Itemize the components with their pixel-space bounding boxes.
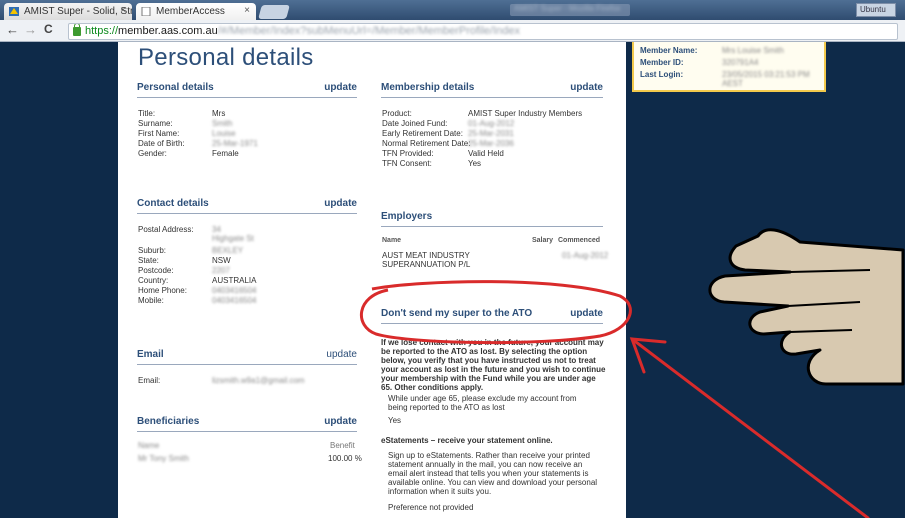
email-header: Email update [137,347,357,365]
close-tab-icon[interactable]: × [244,5,250,16]
page-content: Personal details Personal details update… [118,42,626,518]
tab-memberaccess[interactable]: MemberAccess × [136,3,256,20]
window-switch-button[interactable]: Ubuntu [856,3,896,17]
arrow-icon [629,337,870,518]
beneficiaries-header: Beneficiaries update [137,414,357,432]
section-title: Don't send my super to the ATO [381,308,533,319]
member-id-label: Member ID: [640,58,684,67]
window-title: AMIST Super - Mozilla Firefox [510,4,630,16]
address-toolbar: ← → C https://member.aas.com.au/#/Member… [0,20,905,42]
ato-header: Don't send my super to the ATO update [381,306,603,324]
beneficiaries-update-link[interactable]: update [324,416,357,427]
url-input[interactable]: https://member.aas.com.au/#/Member/Index… [68,23,898,40]
section-title: Email [137,349,164,360]
personal-update-link[interactable]: update [324,82,357,93]
lock-icon [73,24,81,36]
url-path: /#/Member/Index?subMenuUrl=/Member/Membe… [217,25,521,37]
section-title: Employers [381,211,433,222]
member-info-box: Member Name: Mrs Louise Smith Member ID:… [632,42,826,92]
page-title: Personal details [138,44,314,71]
tab-label: AMIST Super - Solid, Stro [24,6,132,17]
section-title: Personal details [137,82,214,93]
section-title: Beneficiaries [137,416,200,427]
membership-update-link[interactable]: update [570,82,603,93]
personal-details-header: Personal details update [137,80,357,98]
membership-details-header: Membership details update [381,80,603,98]
estatements-preference: Preference not provided [388,503,474,512]
url-host: member.aas.com.au [118,25,218,37]
tab-amist-super[interactable]: AMIST Super - Solid, Stro × [4,3,132,20]
employers-header: Employers [381,209,603,227]
browser-tab-bar: AMIST Super - Solid, Stro × MemberAccess… [0,0,905,20]
member-id-value: 320791A4 [722,58,759,67]
estatements-description: Sign up to eStatements. Rather than rece… [388,451,598,496]
contact-update-link[interactable]: update [324,198,357,209]
estatements-title: eStatements – receive your statement onl… [381,436,553,445]
email-update-link[interactable]: update [326,349,357,360]
tab-label: MemberAccess [156,6,225,17]
close-tab-icon[interactable]: × [120,5,126,16]
last-login-value: 23/05/2015 03:21:53 PM AEST [722,70,810,88]
ato-update-link[interactable]: update [570,308,603,319]
pointing-hand-icon [708,228,905,386]
contact-details-header: Contact details update [137,196,357,214]
ato-answer: Yes [388,416,402,425]
section-title: Membership details [381,82,475,93]
url-scheme: https:// [85,25,119,37]
page-icon [141,7,151,16]
amist-favicon-icon [9,7,19,16]
reload-button[interactable]: C [44,22,53,36]
last-login-label: Last Login: [640,70,684,79]
member-name-value: Mrs Louise Smith [722,46,784,55]
ato-description: If we lose contact with you in the futur… [381,338,606,392]
forward-button[interactable]: → [24,22,37,37]
section-title: Contact details [137,198,209,209]
ato-option-text: While under age 65, please exclude my ac… [388,394,577,412]
new-tab-button[interactable] [258,5,290,19]
member-name-label: Member Name: [640,46,698,55]
back-button[interactable]: ← [6,22,19,37]
